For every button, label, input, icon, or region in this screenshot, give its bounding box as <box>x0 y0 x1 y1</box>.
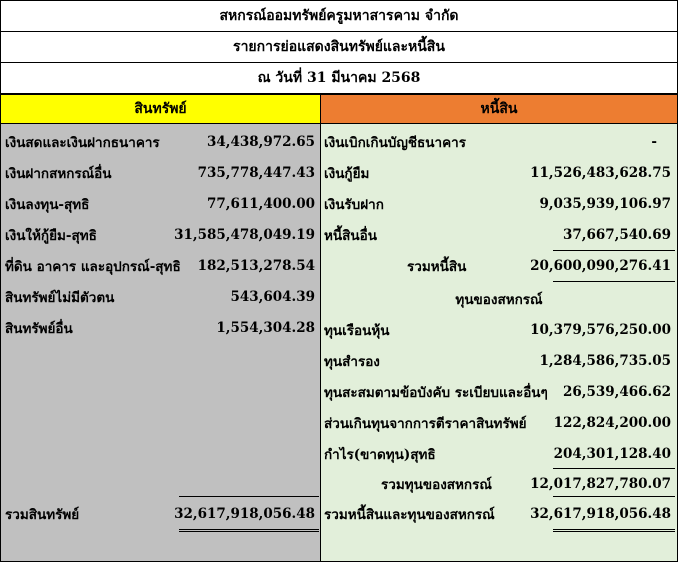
equity-label: ส่วนเกินทุนจากการตีราคาสินทรัพย์ <box>324 415 527 432</box>
asset-row: เงินสดและเงินฝากธนาคาร 34,438,972.65 <box>1 126 321 157</box>
asset-label: สินทรัพย์อื่น <box>5 320 73 337</box>
asset-value: 1,554,304.28 <box>216 319 315 336</box>
asset-value: 735,778,447.43 <box>197 164 315 181</box>
equity-total-value: 12,017,827,780.07 <box>530 475 671 492</box>
grand-total-row: รวมหนี้สินและทุนของสหกรณ์ 32,617,918,056… <box>321 498 677 529</box>
assets-total-row: รวมสินทรัพย์ 32,617,918,056.48 <box>1 498 321 529</box>
liabilities-total-label: รวมหนี้สิน <box>407 258 467 275</box>
liability-label: เงินกู้ยืม <box>324 165 370 182</box>
asset-row: เงินให้กู้ยืม-สุทธิ 31,585,478,049.19 <box>1 219 321 250</box>
equity-value: 26,539,466.62 <box>562 383 671 400</box>
equity-total-row: รวมทุนของสหกรณ์ 12,017,827,780.07 <box>321 468 677 499</box>
equity-label: กำไร(ขาดทุน)สุทธิ <box>324 446 436 463</box>
asset-row: สินทรัพย์อื่น 1,554,304.28 <box>1 312 321 343</box>
equity-value: 10,379,576,250.00 <box>530 321 671 338</box>
double-underline <box>179 529 319 532</box>
liabilities-heading: หนี้สิน <box>321 93 677 124</box>
equity-value: 122,824,200.00 <box>553 414 671 431</box>
asset-value: 182,513,278.54 <box>197 257 315 274</box>
assets-total-label: รวมสินทรัพย์ <box>5 506 80 523</box>
liability-value: 9,035,939,106.97 <box>539 195 671 212</box>
balance-sheet: สหกรณ์ออมทรัพย์ครูมหาสารคาม จำกัด รายการ… <box>0 0 678 562</box>
equity-total-label: รวมทุนของสหกรณ์ <box>381 476 492 493</box>
total-rule <box>179 496 319 497</box>
equity-row: ส่วนเกินทุนจากการตีราคาสินทรัพย์ 122,824… <box>321 407 677 438</box>
liability-label: เงินเบิกเกินบัญชีธนาคาร <box>324 134 466 151</box>
assets-total-value: 32,617,918,056.48 <box>174 505 315 522</box>
asset-label: เงินให้กู้ยืม-สุทธิ <box>5 227 97 244</box>
equity-heading: ทุนของสหกรณ์ <box>321 283 677 314</box>
equity-row: ทุนเรือนหุ้น 10,379,576,250.00 <box>321 314 677 345</box>
total-rule <box>553 496 675 497</box>
liability-label: เงินรับฝาก <box>324 196 384 213</box>
liability-row: เงินรับฝาก 9,035,939,106.97 <box>321 188 677 219</box>
equity-heading-label: ทุนของสหกรณ์ <box>455 291 543 308</box>
org-name: สหกรณ์ออมทรัพย์ครูมหาสารคาม จำกัด <box>1 0 677 31</box>
liability-label: หนี้สินอื่น <box>324 227 377 244</box>
liability-row: เงินเบิกเกินบัญชีธนาคาร - <box>321 126 677 157</box>
liabilities-equity-pane: เงินเบิกเกินบัญชีธนาคาร - เงินกู้ยืม 11,… <box>321 124 677 561</box>
total-rule <box>553 281 675 282</box>
assets-pane: เงินสดและเงินฝากธนาคาร 34,438,972.65 เงิ… <box>1 124 321 561</box>
equity-label: ทุนสะสมตามข้อบังคับ ระเบียบและอื่นๆ <box>324 384 548 401</box>
asset-row: ที่ดิน อาคาร และอุปกรณ์-สุทธิ 182,513,27… <box>1 250 321 281</box>
equity-value: 1,284,586,735.05 <box>539 352 671 369</box>
liability-value: - <box>651 133 657 150</box>
asset-value: 34,438,972.65 <box>206 133 315 150</box>
equity-row: ทุนสำรอง 1,284,586,735.05 <box>321 345 677 376</box>
asset-value: 31,585,478,049.19 <box>174 226 315 243</box>
asset-label: เงินฝากสหกรณ์อื่น <box>5 165 112 182</box>
equity-value: 204,301,128.40 <box>553 445 671 462</box>
asset-row: สินทรัพย์ไม่มีตัวตน 543,604.39 <box>1 281 321 312</box>
liability-row: หนี้สินอื่น 37,667,540.69 <box>321 219 677 250</box>
asset-row: เงินลงทุน-สุทธิ 77,611,400.00 <box>1 188 321 219</box>
as-of-date: ณ วันที่ 31 มีนาคม 2568 <box>1 62 677 93</box>
equity-row: ทุนสะสมตามข้อบังคับ ระเบียบและอื่นๆ 26,5… <box>321 376 677 407</box>
grand-total-value: 32,617,918,056.48 <box>530 505 671 522</box>
asset-label: เงินสดและเงินฝากธนาคาร <box>5 134 160 151</box>
double-underline <box>553 529 675 532</box>
liability-value: 37,667,540.69 <box>562 226 671 243</box>
asset-value: 77,611,400.00 <box>206 195 315 212</box>
liabilities-total-row: รวมหนี้สิน 20,600,090,276.41 <box>321 250 677 281</box>
asset-label: เงินลงทุน-สุทธิ <box>5 196 90 213</box>
equity-label: ทุนสำรอง <box>324 353 380 370</box>
liability-row: เงินกู้ยืม 11,526,483,628.75 <box>321 157 677 188</box>
liability-value: 11,526,483,628.75 <box>530 164 671 181</box>
asset-label: สินทรัพย์ไม่มีตัวตน <box>5 289 115 306</box>
asset-row: เงินฝากสหกรณ์อื่น 735,778,447.43 <box>1 157 321 188</box>
equity-label: ทุนเรือนหุ้น <box>324 322 390 339</box>
assets-heading: สินทรัพย์ <box>1 93 321 124</box>
asset-value: 543,604.39 <box>230 288 315 305</box>
equity-row: กำไร(ขาดทุน)สุทธิ 204,301,128.40 <box>321 438 677 469</box>
report-title: รายการย่อแสดงสินทรัพย์และหนี้สิน <box>1 31 677 62</box>
grand-total-label: รวมหนี้สินและทุนของสหกรณ์ <box>324 506 495 523</box>
liabilities-total-value: 20,600,090,276.41 <box>530 257 671 274</box>
asset-label: ที่ดิน อาคาร และอุปกรณ์-สุทธิ <box>5 258 181 275</box>
